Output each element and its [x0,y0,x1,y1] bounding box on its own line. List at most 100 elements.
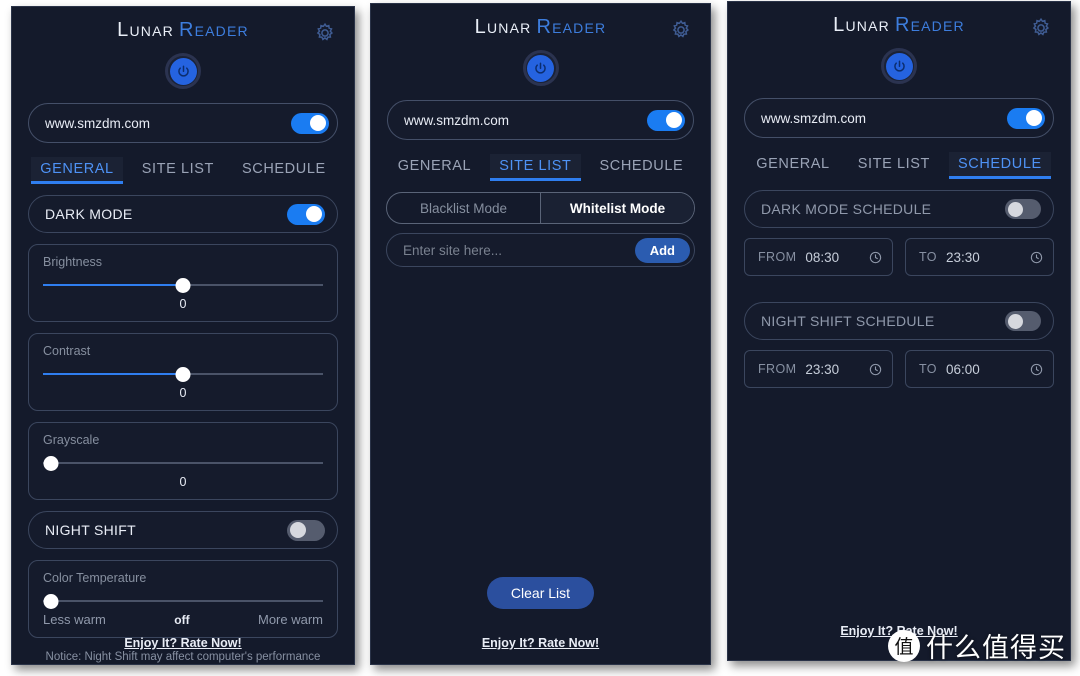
dark-mode-toggle[interactable] [287,203,325,225]
rate-link[interactable]: Enjoy It? Rate Now! [12,636,354,650]
power-core [169,57,197,85]
add-site-button[interactable]: Add [634,237,690,263]
app-title-part2: Reader [178,19,249,41]
tab-site-list[interactable]: SITE LIST [849,152,939,179]
power-icon[interactable] [165,53,201,89]
list-mode-switch: Blacklist Mode Whitelist Mode [386,192,695,224]
site-enable-toggle[interactable] [647,109,685,131]
power-icon[interactable] [522,50,559,86]
clear-list-wrap: Clear List [371,563,710,609]
app-title-part1: Lunar [117,19,174,41]
power-icon[interactable] [881,48,917,84]
site-enable-toggle[interactable] [291,112,329,134]
toggle-knob [306,206,322,222]
color-temperature-slider[interactable] [43,593,323,609]
tab-schedule[interactable]: SCHEDULE [591,154,693,181]
screenshot-stage: Lunar Reader www.smzdm.com GENERAL SITE … [0,0,1080,676]
slider-track [43,600,323,602]
color-temperature-scale: Less warm off More warm [43,612,323,627]
to-value: 23:30 [945,249,980,265]
slider-thumb[interactable] [175,367,191,382]
tab-bar-site-list: GENERAL SITE LIST SCHEDULE [371,154,710,181]
app-title: Lunar Reader [371,16,710,39]
dark-mode-label: DARK MODE [45,206,133,222]
site-url-row[interactable]: www.smzdm.com [28,103,338,143]
to-label: TO [919,362,937,376]
brightness-card: Brightness 0 [28,244,338,322]
night-shift-schedule-label: NIGHT SHIFT SCHEDULE [761,313,935,329]
from-label: FROM [758,250,797,264]
panel2-header: Lunar Reader [371,4,710,48]
site-url-text: www.smzdm.com [761,110,867,126]
app-title-part1: Lunar [474,16,532,38]
brightness-slider[interactable] [43,277,323,293]
grayscale-label: Grayscale [43,433,100,447]
site-enable-toggle[interactable] [1007,107,1045,129]
gear-icon[interactable] [669,18,693,42]
more-warm-label: More warm [257,612,323,627]
brightness-label: Brightness [43,255,103,269]
toggle-knob [310,115,326,131]
tab-schedule[interactable]: SCHEDULE [233,157,335,184]
power-button-wrap [371,50,710,86]
night-shift-schedule-toggle[interactable] [1005,311,1041,331]
panel-site-list: Lunar Reader www.smzdm.com GENERAL SITE … [370,3,711,665]
slider-thumb[interactable] [43,456,59,471]
clock-icon [1030,251,1043,263]
toggle-knob [1007,313,1023,329]
color-temperature-label: Color Temperature [43,571,147,585]
toggle-knob [289,522,306,538]
rate-link[interactable]: Enjoy It? Rate Now! [728,624,1070,638]
app-title-part2: Reader [894,14,965,36]
site-input[interactable] [403,242,635,258]
app-title: Lunar Reader [12,19,354,42]
night-shift-from-time[interactable]: FROM 23:30 [744,350,893,388]
tab-schedule[interactable]: SCHEDULE [949,152,1051,179]
dark-mode-to-time[interactable]: TO 23:30 [905,238,1054,276]
color-temperature-card: Color Temperature Less warm off More war… [28,560,338,638]
whitelist-mode-option[interactable]: Whitelist Mode [540,193,694,223]
from-label: FROM [758,362,797,376]
panel1-header: Lunar Reader [12,7,354,51]
site-url-row[interactable]: www.smzdm.com [387,100,694,140]
contrast-slider[interactable] [43,366,323,382]
dark-mode-row[interactable]: DARK MODE [28,195,338,233]
tab-general[interactable]: GENERAL [389,154,481,181]
toggle-knob [1007,201,1023,217]
night-shift-toggle[interactable] [287,519,325,541]
app-title: Lunar Reader [728,14,1070,37]
dark-mode-schedule-toggle[interactable] [1005,199,1041,219]
dark-mode-from-time[interactable]: FROM 08:30 [744,238,893,276]
night-shift-row[interactable]: NIGHT SHIFT [28,511,338,549]
power-button-wrap [12,53,354,89]
slider-fill [43,373,183,375]
grayscale-slider[interactable] [43,455,323,471]
less-warm-label: Less warm [43,612,106,627]
tab-site-list[interactable]: SITE LIST [490,154,581,181]
grayscale-card: Grayscale 0 [28,422,338,500]
site-url-row[interactable]: www.smzdm.com [744,98,1054,138]
tab-general[interactable]: GENERAL [747,152,839,179]
gear-icon[interactable] [313,21,337,45]
grayscale-value: 0 [179,475,187,489]
slider-thumb[interactable] [43,594,59,609]
contrast-label: Contrast [43,344,91,358]
site-url-text: www.smzdm.com [45,115,151,131]
clear-list-button[interactable]: Clear List [486,577,595,609]
brightness-value: 0 [179,297,187,311]
contrast-card: Contrast 0 [28,333,338,411]
tab-general[interactable]: GENERAL [31,157,123,184]
clock-icon [1030,363,1043,375]
gear-icon[interactable] [1029,16,1053,40]
tab-site-list[interactable]: SITE LIST [133,157,223,184]
dark-mode-schedule-row[interactable]: DARK MODE SCHEDULE [744,190,1054,228]
night-shift-schedule-row[interactable]: NIGHT SHIFT SCHEDULE [744,302,1054,340]
blacklist-mode-option[interactable]: Blacklist Mode [387,193,540,223]
night-shift-time-row: FROM 23:30 TO 06:00 [744,350,1054,388]
night-shift-to-time[interactable]: TO 06:00 [905,350,1054,388]
slider-thumb[interactable] [175,278,191,293]
site-url-text: www.smzdm.com [404,112,510,128]
night-shift-notice: Notice: Night Shift may affect computer'… [45,651,321,663]
rate-link[interactable]: Enjoy It? Rate Now! [371,636,710,650]
power-button-wrap [728,48,1070,84]
